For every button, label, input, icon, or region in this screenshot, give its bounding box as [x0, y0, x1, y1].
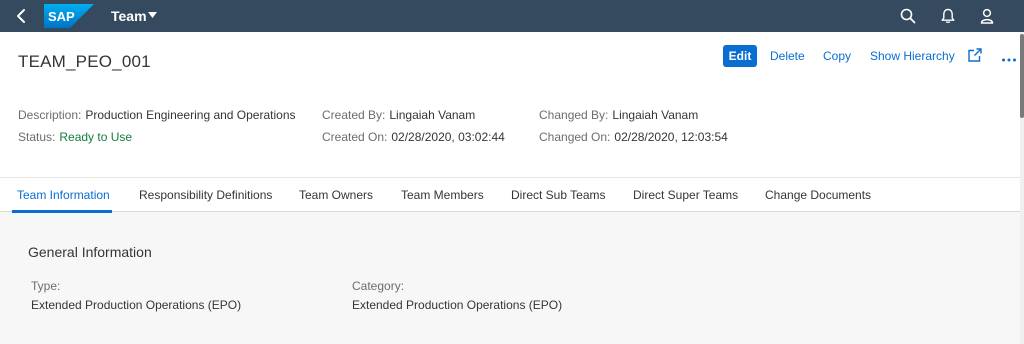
- tab-change-documents[interactable]: Change Documents: [765, 188, 871, 202]
- active-tab-indicator: [12, 210, 112, 213]
- created-on-value: 02/28/2020, 03:02:44: [391, 130, 505, 144]
- tab-team-owners[interactable]: Team Owners: [299, 188, 373, 202]
- description-value: Production Engineering and Operations: [85, 108, 296, 122]
- tab-bar: Team Information Responsibility Definiti…: [0, 177, 1020, 213]
- object-header: TEAM_PEO_001 Edit Delete Copy Show Hiera…: [0, 32, 1020, 177]
- edit-button[interactable]: Edit: [723, 45, 757, 67]
- tab-responsibility-definitions[interactable]: Responsibility Definitions: [139, 188, 272, 202]
- type-field: Type: Extended Production Operations (EP…: [31, 279, 241, 312]
- category-field: Category: Extended Production Operations…: [352, 279, 562, 312]
- page-title: TEAM_PEO_001: [18, 52, 151, 71]
- description-label: Description:: [18, 108, 82, 122]
- app-title[interactable]: Team: [111, 7, 147, 25]
- type-value: Extended Production Operations (EPO): [31, 298, 242, 312]
- created-by-attribute: Created By: Lingaiah Vanam: [322, 108, 475, 122]
- overflow-menu-icon[interactable]: [1001, 52, 1017, 68]
- status-badge: Ready to Use: [59, 130, 133, 144]
- tab-direct-super-teams[interactable]: Direct Super Teams: [633, 188, 738, 202]
- back-icon[interactable]: [14, 8, 30, 24]
- tab-team-members[interactable]: Team Members: [401, 188, 484, 202]
- changed-by-label: Changed By:: [539, 108, 609, 122]
- changed-by-attribute: Changed By: Lingaiah Vanam: [539, 108, 698, 122]
- changed-on-value: 02/28/2020, 12:03:54: [614, 130, 728, 144]
- section-title: General Information: [28, 244, 152, 260]
- created-on-label: Created On:: [322, 130, 388, 144]
- category-label: Category:: [352, 279, 405, 293]
- share-icon[interactable]: [967, 47, 983, 63]
- search-icon[interactable]: [899, 7, 917, 25]
- tab-direct-sub-teams[interactable]: Direct Sub Teams: [511, 188, 605, 202]
- description-attribute: Description: Production Engineering and O…: [18, 108, 296, 122]
- chevron-down-icon[interactable]: [148, 12, 157, 18]
- show-hierarchy-button[interactable]: Show Hierarchy: [870, 49, 955, 63]
- scrollbar-thumb[interactable]: [1020, 34, 1024, 118]
- created-by-label: Created By:: [322, 108, 386, 122]
- user-icon[interactable]: [978, 7, 996, 25]
- sap-logo[interactable]: SAP: [44, 4, 94, 28]
- category-value: Extended Production Operations (EPO): [352, 298, 563, 312]
- copy-button[interactable]: Copy: [823, 49, 851, 63]
- svg-text:SAP: SAP: [48, 9, 75, 24]
- bell-icon[interactable]: [939, 7, 957, 25]
- delete-button[interactable]: Delete: [770, 49, 805, 63]
- created-on-attribute: Created On: 02/28/2020, 03:02:44: [322, 130, 505, 144]
- shell-bar: SAP Team: [0, 0, 1024, 32]
- status-label: Status:: [18, 130, 56, 144]
- changed-on-label: Changed On:: [539, 130, 611, 144]
- changed-on-attribute: Changed On: 02/28/2020, 12:03:54: [539, 130, 728, 144]
- changed-by-value: Lingaiah Vanam: [612, 108, 699, 122]
- type-label: Type:: [31, 279, 61, 293]
- created-by-value: Lingaiah Vanam: [389, 108, 476, 122]
- tab-team-information[interactable]: Team Information: [17, 188, 110, 202]
- status-attribute: Status: Ready to Use: [18, 130, 132, 144]
